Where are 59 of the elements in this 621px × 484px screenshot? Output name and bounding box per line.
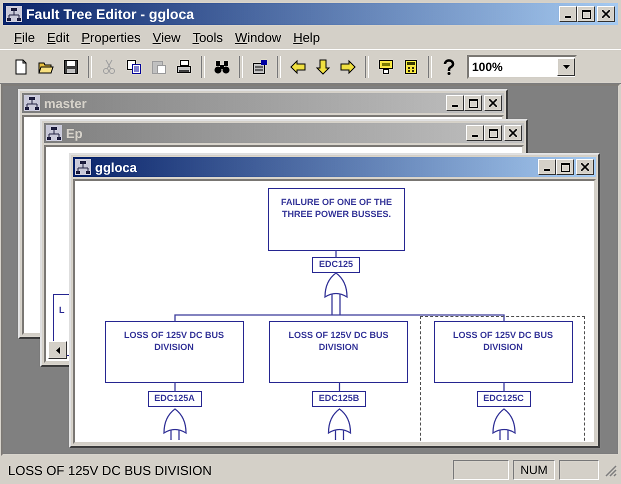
window-title: Fault Tree Editor - ggloca — [26, 6, 194, 22]
left-arrow-icon — [56, 346, 60, 354]
tree-icon — [24, 95, 40, 111]
maximize-button[interactable] — [484, 125, 502, 141]
event-group[interactable]: LOSS OF 125V DC BUS DIVISION EDC125B — [256, 316, 420, 442]
minimize-button[interactable] — [538, 159, 556, 175]
maximize-icon — [468, 98, 478, 108]
or-gate-icon — [328, 408, 352, 441]
caret-icon — [562, 64, 570, 68]
close-icon — [489, 99, 497, 107]
status-panel — [453, 460, 509, 480]
tree-icon — [6, 6, 22, 22]
event-box[interactable]: LOSS OF 125V DC BUS DIVISION — [104, 320, 244, 382]
close-button[interactable] — [484, 95, 502, 111]
tree-icon — [75, 159, 91, 175]
event-box[interactable]: LOSS OF 125V DC BUS DIVISION — [269, 320, 408, 382]
maximize-button[interactable] — [556, 159, 574, 175]
maximize-icon — [488, 128, 498, 138]
menu-item[interactable]: Help — [287, 28, 326, 46]
num-lock-indicator: NUM — [513, 460, 555, 480]
event-box[interactable]: FAILURE OF ONE OF THE THREE POWER BUSSES. — [268, 188, 405, 251]
close-button[interactable] — [504, 125, 522, 141]
or-gate-icon — [492, 408, 516, 441]
menu-item[interactable]: Window — [228, 28, 288, 46]
close-button[interactable] — [597, 6, 615, 22]
window-title: Ep — [66, 126, 83, 140]
menu-item[interactable]: View — [146, 28, 187, 46]
close-button[interactable] — [576, 159, 594, 175]
maximize-icon — [560, 162, 570, 172]
event-id-label: EDC125B — [312, 390, 366, 406]
menu-item[interactable]: Edit — [40, 28, 76, 46]
window-title: master — [44, 96, 87, 110]
tree-icon — [46, 125, 62, 141]
status-message: LOSS OF 125V DC BUS DIVISION — [8, 462, 213, 478]
resize-grip-icon[interactable] — [603, 463, 617, 477]
menu-item[interactable]: File — [8, 28, 41, 46]
event-id-label: EDC125 — [312, 257, 360, 273]
event-id-label: EDC125A — [148, 390, 202, 406]
close-icon — [509, 129, 517, 137]
maximize-button[interactable] — [464, 95, 482, 111]
or-gate-icon — [324, 272, 348, 305]
maximize-icon — [582, 10, 590, 18]
status-panel — [559, 460, 599, 480]
menu-item[interactable]: Properties — [75, 28, 147, 46]
minimize-button[interactable] — [559, 6, 577, 22]
dropdown-button[interactable] — [557, 58, 575, 76]
close-icon — [602, 10, 610, 18]
or-gate-icon — [163, 408, 187, 441]
maximize-button[interactable] — [577, 6, 595, 22]
scroll-left-button[interactable] — [48, 341, 67, 359]
menu-item[interactable]: Tools — [186, 28, 229, 46]
minimize-button[interactable] — [446, 95, 464, 111]
selection-frame[interactable]: LOSS OF 125V DC BUS DIVISION EDC125C — [420, 316, 585, 442]
event-id-label: EDC125C — [476, 390, 530, 406]
minimize-button[interactable] — [466, 125, 484, 141]
event-box[interactable]: LOSS OF 125V DC BUS DIVISION — [434, 320, 572, 382]
window-title: ggloca — [95, 160, 137, 174]
zoom-dropdown[interactable]: 100% — [467, 54, 577, 78]
close-icon — [581, 163, 589, 171]
